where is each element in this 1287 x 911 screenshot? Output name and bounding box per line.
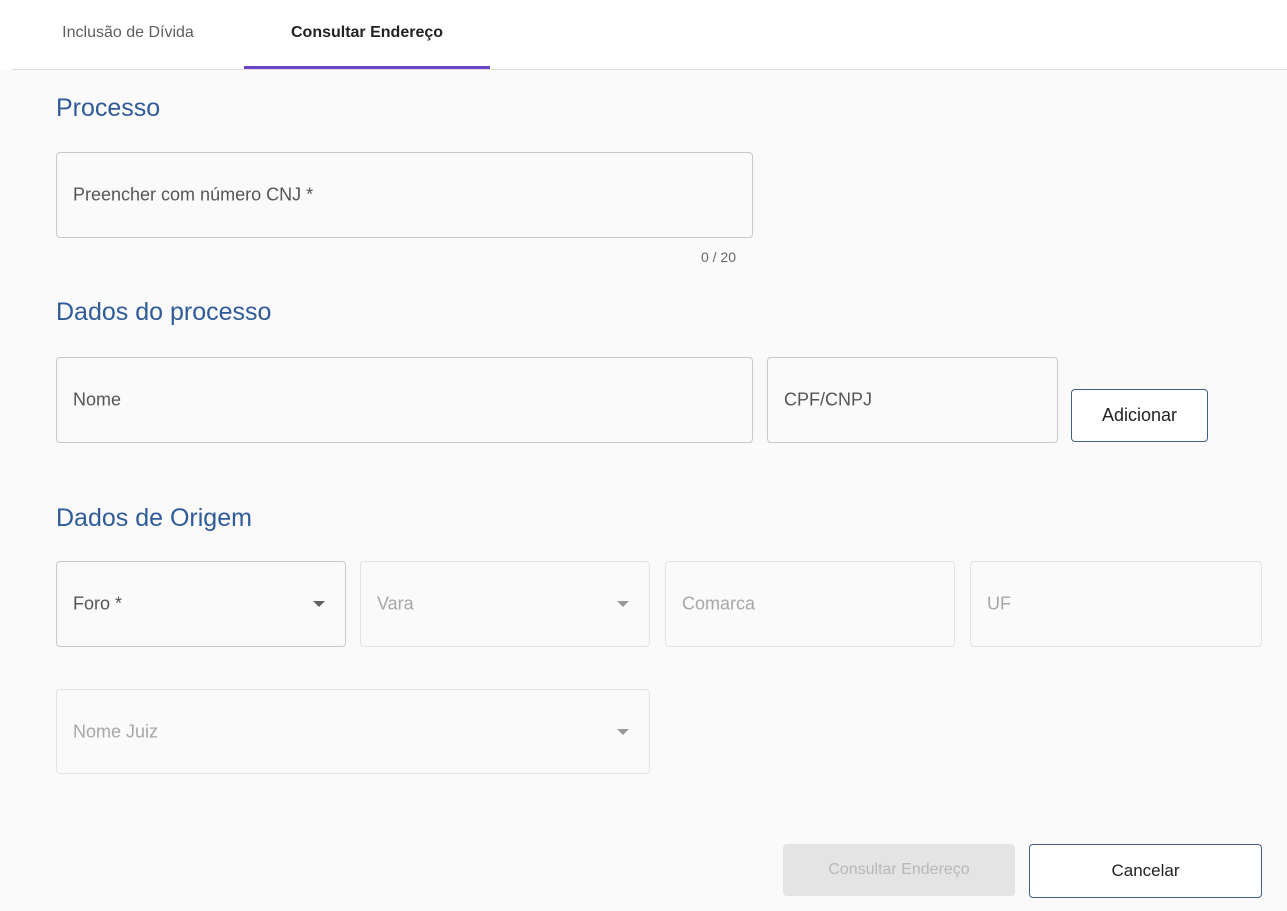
cpf-cnpj-input[interactable]: CPF/CNPJ <box>767 357 1058 443</box>
comarca-input[interactable]: Comarca <box>665 561 955 647</box>
cnj-character-counter: 0 / 20 <box>700 249 736 265</box>
foro-select[interactable]: Foro * <box>56 561 346 647</box>
nome-input[interactable]: Nome <box>56 357 753 443</box>
foro-label: Foro * <box>73 593 123 614</box>
section-title-dados-processo: Dados do processo <box>56 298 272 326</box>
cnj-number-input[interactable]: Preencher com número CNJ * <box>56 152 753 238</box>
tab-consultar-endereco[interactable]: Consultar Endereço <box>244 18 490 48</box>
cnj-number-label: Preencher com número CNJ * <box>73 184 314 205</box>
cancelar-button[interactable]: Cancelar <box>1029 844 1262 898</box>
chevron-down-icon <box>313 601 325 607</box>
tabs-divider <box>12 69 1287 70</box>
uf-label: UF <box>987 593 1011 614</box>
adicionar-button[interactable]: Adicionar <box>1071 389 1208 442</box>
vara-label: Vara <box>377 593 414 614</box>
cpf-cnpj-label: CPF/CNPJ <box>784 389 873 410</box>
comarca-label: Comarca <box>682 593 756 614</box>
nome-juiz-label: Nome Juiz <box>73 721 159 741</box>
chevron-down-icon <box>617 728 629 735</box>
section-title-dados-origem: Dados de Origem <box>56 504 252 532</box>
tab-inclusao-divida[interactable]: Inclusão de Dívida <box>30 18 226 48</box>
vara-select[interactable]: Vara <box>360 561 650 647</box>
chevron-down-icon <box>617 601 629 607</box>
section-title-processo: Processo <box>56 94 161 122</box>
consultar-endereco-button[interactable]: Consultar Endereço <box>783 844 1015 896</box>
nome-label: Nome <box>73 389 122 410</box>
nome-juiz-select[interactable]: Nome Juiz <box>56 689 650 774</box>
uf-input[interactable]: UF <box>970 561 1262 647</box>
